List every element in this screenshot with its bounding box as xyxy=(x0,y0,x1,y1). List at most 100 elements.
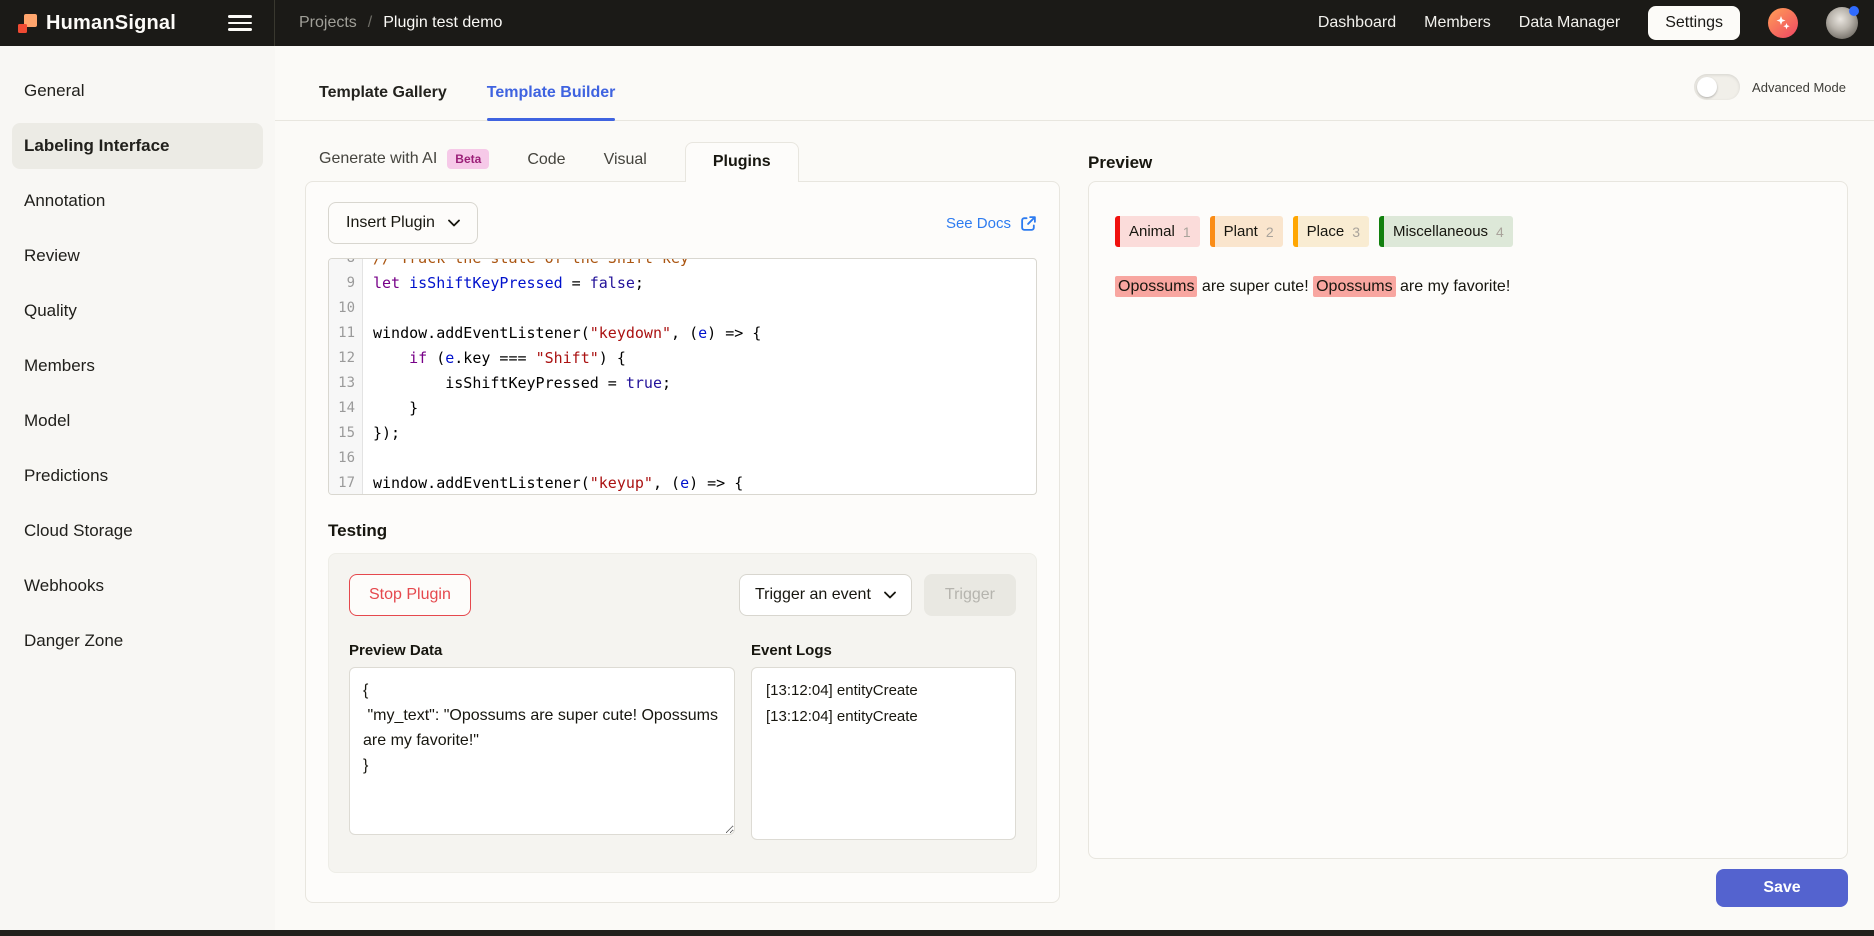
highlighted-region[interactable]: Opossums xyxy=(1313,276,1395,297)
breadcrumb-page-title: Plugin test demo xyxy=(383,14,502,32)
code-content: let isShiftKeyPressed = false; xyxy=(363,271,644,296)
user-avatar[interactable] xyxy=(1826,7,1858,39)
insert-plugin-dropdown[interactable]: Insert Plugin xyxy=(328,202,478,244)
label-chip-plant[interactable]: Plant2 xyxy=(1210,216,1283,247)
line-number: 14 xyxy=(329,396,363,421)
humansignal-logo-icon xyxy=(18,14,37,33)
sidebar-item-general[interactable]: General xyxy=(12,68,263,114)
sidebar-item-cloud-storage[interactable]: Cloud Storage xyxy=(12,508,263,554)
tab-label: Code xyxy=(527,151,565,169)
code-line: 16 xyxy=(329,446,1036,471)
nav-link-dashboard[interactable]: Dashboard xyxy=(1318,14,1396,32)
stop-plugin-button[interactable]: Stop Plugin xyxy=(349,574,471,616)
event-logs-column: Event Logs [13:12:04] entityCreate[13:12… xyxy=(751,642,1016,840)
hamburger-menu-icon[interactable] xyxy=(228,15,252,31)
label-chip-place[interactable]: Place3 xyxy=(1293,216,1369,247)
code-token-comment: // Track the state of the Shift key xyxy=(373,258,689,267)
code-token-def: e xyxy=(445,349,454,367)
sidebar-item-webhooks[interactable]: Webhooks xyxy=(12,563,263,609)
nav-link-data-manager[interactable]: Data Manager xyxy=(1519,14,1620,32)
external-link-icon xyxy=(1020,215,1037,232)
chevron-down-icon xyxy=(448,219,460,227)
code-token-plain: ; xyxy=(662,374,671,392)
nav-link-members[interactable]: Members xyxy=(1424,14,1491,32)
code-content xyxy=(363,296,373,321)
code-token-atom: true xyxy=(626,374,662,392)
brand[interactable]: HumanSignal xyxy=(18,12,176,35)
tab-generate-with-ai[interactable]: Generate with AIBeta xyxy=(319,149,489,181)
code-token-string: "Shift" xyxy=(536,349,599,367)
code-line: 13 isShiftKeyPressed = true; xyxy=(329,371,1036,396)
sidebar-item-predictions[interactable]: Predictions xyxy=(12,453,263,499)
tab-template-builder[interactable]: Template Builder xyxy=(487,84,616,120)
highlighted-region[interactable]: Opossums xyxy=(1115,276,1197,297)
breadcrumb-projects[interactable]: Projects xyxy=(299,14,357,32)
sidebar-item-labeling-interface[interactable]: Labeling Interface xyxy=(12,123,263,169)
sidebar-item-members[interactable]: Members xyxy=(12,343,263,389)
plugin-code-editor[interactable]: 8// Track the state of the Shift key9let… xyxy=(328,258,1037,495)
sidebar-item-quality[interactable]: Quality xyxy=(12,288,263,334)
shell: General Labeling Interface Annotation Revie… xyxy=(0,46,1874,930)
tab-visual[interactable]: Visual xyxy=(604,151,647,181)
advanced-mode-control: Advanced Mode xyxy=(1694,74,1846,120)
trigger-button[interactable]: Trigger xyxy=(924,574,1016,616)
label-chip-text: Place xyxy=(1298,216,1353,247)
builder-tabs: Generate with AIBeta Code Visual Plugins xyxy=(305,145,1060,181)
code-line: 17window.addEventListener("keyup", (e) =… xyxy=(329,471,1036,495)
code-token-plain: , ( xyxy=(671,324,698,342)
toggle-knob xyxy=(1697,77,1717,97)
code-token-def: isShiftKeyPressed xyxy=(409,274,563,292)
tab-template-gallery[interactable]: Template Gallery xyxy=(319,84,447,120)
code-content: }); xyxy=(363,421,400,446)
trigger-event-label: Trigger an event xyxy=(755,586,871,604)
label-chip-miscellaneous[interactable]: Miscellaneous4 xyxy=(1379,216,1513,247)
plugin-builder-column: Generate with AIBeta Code Visual Plugins In… xyxy=(305,145,1060,930)
trigger-event-dropdown[interactable]: Trigger an event xyxy=(739,574,912,616)
preview-data-textarea[interactable]: { "my_text": "Opossums are super cute! O… xyxy=(349,667,735,835)
tab-label: Visual xyxy=(604,151,647,169)
sidebar-item-annotation[interactable]: Annotation xyxy=(12,178,263,224)
code-content: // Track the state of the Shift key xyxy=(363,258,689,271)
label-chip-hotkey: 1 xyxy=(1183,216,1200,247)
ai-assistant-button[interactable] xyxy=(1768,8,1798,38)
plugins-panel: Insert Plugin See Docs xyxy=(305,181,1060,903)
testing-section-title: Testing xyxy=(328,521,1037,541)
code-token-atom: false xyxy=(590,274,635,292)
code-line: 15}); xyxy=(329,421,1036,446)
code-scroll-area: 8// Track the state of the Shift key9let… xyxy=(329,258,1036,495)
code-token-plain: } xyxy=(373,399,418,417)
line-number: 10 xyxy=(329,296,363,321)
line-number: 16 xyxy=(329,446,363,471)
main-tabs: Template Gallery Template Builder xyxy=(319,84,615,120)
advanced-mode-toggle[interactable] xyxy=(1694,74,1740,100)
label-chip-animal[interactable]: Animal1 xyxy=(1115,216,1200,247)
code-line: 11window.addEventListener("keydown", (e)… xyxy=(329,321,1036,346)
sidebar-item-model[interactable]: Model xyxy=(12,398,263,444)
tab-code[interactable]: Code xyxy=(527,151,565,181)
main-area: Template Gallery Template Builder Advance… xyxy=(275,46,1874,930)
code-token-string: "keyup" xyxy=(590,474,653,492)
save-button[interactable]: Save xyxy=(1716,869,1848,907)
see-docs-label: See Docs xyxy=(946,215,1011,232)
settings-button[interactable]: Settings xyxy=(1648,6,1740,40)
code-token-plain: ; xyxy=(635,274,644,292)
sidebar-item-danger-zone[interactable]: Danger Zone xyxy=(12,618,263,664)
code-token-plain: isShiftKeyPressed = xyxy=(373,374,626,392)
code-token-keyword: let xyxy=(373,274,400,292)
settings-sidebar: General Labeling Interface Annotation Revie… xyxy=(0,46,275,930)
event-log-entry: [13:12:04] entityCreate xyxy=(766,704,1001,730)
line-number: 11 xyxy=(329,321,363,346)
testing-panel: Stop Plugin Trigger an event Trigger xyxy=(328,553,1037,873)
topbar: HumanSignal Projects / Plugin test demo … xyxy=(0,0,1874,46)
topbar-right: Dashboard Members Data Manager Settings xyxy=(1318,6,1874,40)
chevron-down-icon xyxy=(884,591,896,599)
sidebar-item-review[interactable]: Review xyxy=(12,233,263,279)
see-docs-link[interactable]: See Docs xyxy=(946,215,1037,232)
code-token-plain: window.addEventListener( xyxy=(373,324,590,342)
line-number: 17 xyxy=(329,471,363,495)
code-line: 14 } xyxy=(329,396,1036,421)
tab-plugins[interactable]: Plugins xyxy=(685,142,799,182)
line-number: 13 xyxy=(329,371,363,396)
code-line: 9let isShiftKeyPressed = false; xyxy=(329,271,1036,296)
code-token-plain: ) { xyxy=(599,349,626,367)
